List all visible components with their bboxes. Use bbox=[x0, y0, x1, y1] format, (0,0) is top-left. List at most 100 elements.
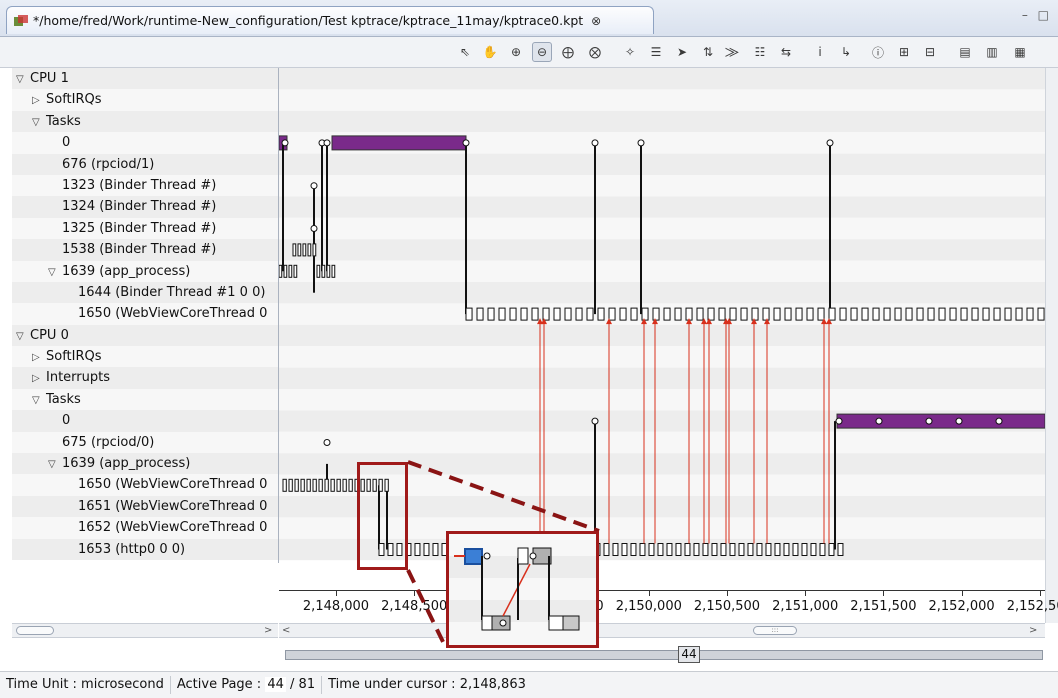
tree-row[interactable]: 1538 (Binder Thread #) bbox=[12, 239, 278, 261]
collapsed-arrow-icon[interactable]: ▷ bbox=[32, 347, 46, 368]
activity-segment bbox=[819, 543, 826, 556]
activity-segment bbox=[294, 478, 299, 492]
properties-icon[interactable]: ⊟ bbox=[920, 42, 940, 62]
page-slider-thumb[interactable]: 44 bbox=[678, 646, 700, 663]
tree-row[interactable]: ▽ 1639 (app_process) bbox=[12, 453, 278, 475]
expanded-arrow-icon[interactable]: ▽ bbox=[48, 262, 62, 283]
activity-segment bbox=[336, 478, 341, 492]
activity-segment bbox=[657, 543, 664, 556]
highlight-icon[interactable]: ✧ bbox=[620, 42, 640, 62]
chart-row-band bbox=[279, 110, 1045, 133]
event-marker bbox=[462, 139, 470, 147]
sync-icon[interactable]: ⇆ bbox=[776, 42, 796, 62]
tree-row-label: 676 (rpciod/1) bbox=[62, 156, 155, 172]
scroll-right-icon[interactable]: > bbox=[1029, 624, 1037, 637]
activity-segment bbox=[740, 307, 748, 321]
activity-segment bbox=[432, 543, 439, 556]
tree-row[interactable]: 1650 (WebViewCoreThread 0 bbox=[12, 303, 278, 325]
scroll-left-icon[interactable]: < bbox=[282, 624, 290, 637]
activity-segment bbox=[564, 307, 572, 321]
chart-row-band bbox=[279, 196, 1045, 218]
layout-b-icon[interactable]: ▥ bbox=[982, 42, 1002, 62]
tree-row[interactable]: ▽ CPU 1 bbox=[12, 68, 278, 90]
import-icon[interactable]: ↳ bbox=[836, 42, 856, 62]
expanded-arrow-icon[interactable]: ▽ bbox=[32, 112, 46, 133]
tree-row[interactable]: ▷ SoftIRQs bbox=[12, 89, 278, 111]
scroll-right-icon[interactable]: > bbox=[264, 624, 272, 637]
zoom-in-icon[interactable]: ⊕ bbox=[506, 42, 526, 62]
editor-tab[interactable]: */home/fred/Work/runtime-New_configurati… bbox=[6, 6, 654, 34]
tree-row[interactable]: 1651 (WebViewCoreThread 0 bbox=[12, 495, 278, 518]
tree-row-label: SoftIRQs bbox=[46, 349, 102, 365]
tree-row[interactable]: ▽ Tasks bbox=[12, 110, 278, 133]
tree-icon[interactable]: ☷ bbox=[750, 42, 770, 62]
list-icon[interactable]: ☰ bbox=[646, 42, 666, 62]
tree-row[interactable]: 1323 (Binder Thread #) bbox=[12, 174, 278, 197]
activity-segment bbox=[1026, 307, 1034, 321]
axis-tick-label: 2,152,500 bbox=[1006, 599, 1058, 614]
tree-row[interactable]: 1653 (http0 0 0) bbox=[12, 538, 278, 560]
active-page-input[interactable]: 44 bbox=[265, 677, 286, 692]
tree-row-label: CPU 1 bbox=[30, 71, 69, 86]
layout-a-icon[interactable]: ▤ bbox=[955, 42, 975, 62]
zoom-in-vertical-icon[interactable]: ⨁ bbox=[558, 42, 578, 62]
activity-segment bbox=[894, 307, 902, 321]
chart-row-band bbox=[279, 282, 1045, 304]
tree-row[interactable]: 1644 (Binder Thread #1 0 0) bbox=[12, 281, 278, 304]
tree-horizontal-scrollbar[interactable]: > bbox=[12, 623, 278, 638]
tree-row[interactable]: 0 bbox=[12, 132, 278, 154]
chart-row-band bbox=[279, 175, 1045, 197]
activity-segment bbox=[762, 307, 770, 321]
layout-c-icon[interactable]: ▦ bbox=[1010, 42, 1030, 62]
expanded-arrow-icon[interactable]: ▽ bbox=[48, 454, 62, 475]
activity-segment bbox=[575, 307, 583, 321]
help-icon[interactable]: ⓘ bbox=[868, 42, 888, 62]
info-icon[interactable]: i bbox=[810, 42, 830, 62]
vertical-scrollbar[interactable] bbox=[1045, 68, 1058, 623]
tree-row[interactable]: 1325 (Binder Thread #) bbox=[12, 217, 278, 240]
activity-segment bbox=[324, 478, 329, 492]
collapsed-arrow-icon[interactable]: ▷ bbox=[32, 90, 46, 111]
minimize-maximize-icon[interactable]: – □ bbox=[1022, 8, 1052, 22]
tree-row[interactable]: 675 (rpciod/0) bbox=[12, 431, 278, 454]
activity-segment bbox=[810, 543, 817, 556]
expanded-arrow-icon[interactable]: ▽ bbox=[32, 390, 46, 411]
activity-segment bbox=[465, 307, 473, 321]
sort-az-icon[interactable]: ⇅ bbox=[698, 42, 718, 62]
collapsed-arrow-icon[interactable]: ▷ bbox=[32, 368, 46, 389]
tree-row[interactable]: 1324 (Binder Thread #) bbox=[12, 196, 278, 218]
activity-segment bbox=[509, 307, 517, 321]
chart-scroll-thumb[interactable]: ::: bbox=[753, 626, 797, 635]
filter-icon[interactable]: ⨠ bbox=[722, 42, 742, 62]
hand-pan-icon[interactable]: ✋ bbox=[480, 42, 500, 62]
activity-segment bbox=[331, 264, 336, 278]
tree-row[interactable]: ▽ CPU 0 bbox=[12, 324, 278, 347]
activity-segment bbox=[839, 307, 847, 321]
expanded-arrow-icon[interactable]: ▽ bbox=[16, 69, 30, 90]
activity-segment bbox=[476, 307, 484, 321]
bookmark-icon[interactable]: ➤ bbox=[672, 42, 692, 62]
event-marker bbox=[637, 139, 645, 147]
event-marker bbox=[875, 417, 883, 425]
event-marker bbox=[995, 417, 1003, 425]
tree-row[interactable]: ▽ 1639 (app_process) bbox=[12, 260, 278, 283]
tree-row[interactable]: ▷ SoftIRQs bbox=[12, 346, 278, 368]
expanded-arrow-icon[interactable]: ▽ bbox=[16, 326, 30, 347]
chart-horizontal-scrollbar[interactable]: < ::: > bbox=[279, 623, 1045, 638]
zoom-out-vertical-icon[interactable]: ⨂ bbox=[585, 42, 605, 62]
export-icon[interactable]: ⊞ bbox=[894, 42, 914, 62]
tree-row[interactable]: 0 bbox=[12, 410, 278, 432]
tree-row[interactable]: 1650 (WebViewCoreThread 0 bbox=[12, 474, 278, 496]
tree-scroll-thumb[interactable] bbox=[16, 626, 54, 635]
tree-row[interactable]: 1652 (WebViewCoreThread 0 bbox=[12, 517, 278, 539]
page-slider-track[interactable] bbox=[285, 650, 1043, 660]
tree-row[interactable]: ▷ Interrupts bbox=[12, 367, 278, 389]
activity-segment bbox=[652, 307, 660, 321]
zoom-out-icon[interactable]: ⊖ bbox=[532, 42, 552, 62]
tree-row-label: 1323 (Binder Thread #) bbox=[62, 177, 217, 193]
tree-row[interactable]: ▽ Tasks bbox=[12, 388, 278, 411]
select-arrow-icon[interactable]: ⇖ bbox=[455, 42, 475, 62]
close-icon[interactable]: ⊗ bbox=[591, 14, 601, 28]
tree-row[interactable]: 676 (rpciod/1) bbox=[12, 153, 278, 175]
activity-segment bbox=[675, 543, 682, 556]
